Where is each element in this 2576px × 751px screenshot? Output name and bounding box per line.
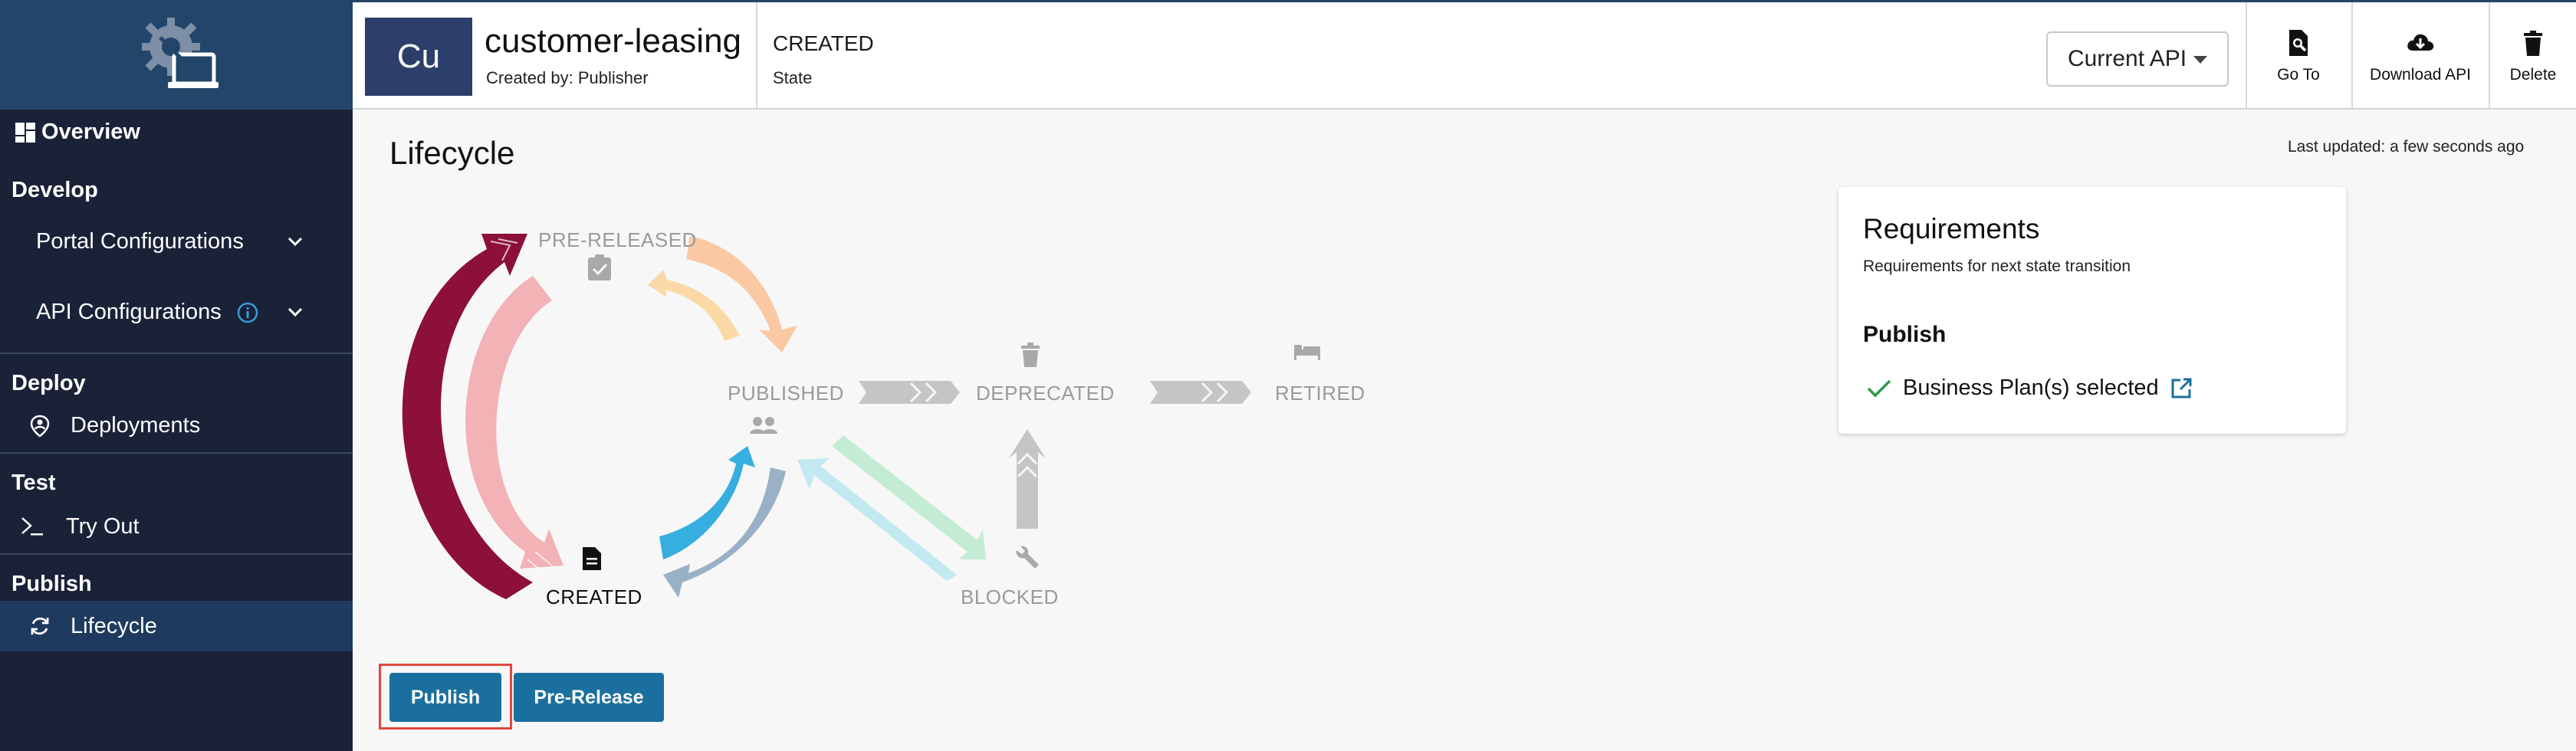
terminal-icon [21,517,43,536]
requirement-label: Business Plan(s) selected [1903,376,2159,400]
sidebar-item-label: API Configurations [36,299,222,324]
sync-icon [31,617,49,635]
lifecycle-arrows [402,234,1320,599]
arrow-prereleased-to-created [465,276,564,569]
requirement-business-plans: Business Plan(s) selected [1866,376,2193,401]
lifecycle-diagram: PRE-RELEASED PUBLISHED DEPRECATED RETIRE… [353,199,1426,628]
section-develop: Develop [12,178,98,202]
sidebar-divider [0,553,353,555]
section-deploy: Deploy [12,371,86,395]
sidebar-item-label: Lifecycle [71,613,157,638]
sidebar-item-try-out[interactable]: Try Out [0,501,353,552]
page-title: Lifecycle [389,135,515,171]
sidebar-item-label: Portal Configurations [36,228,244,254]
go-to-label: Go To [2277,66,2320,84]
sidebar: Overview Develop Portal Configurations A… [0,0,353,751]
arrow-published-to-deprecated [859,381,960,404]
section-test: Test [12,471,56,495]
arrow-deprecated-to-retired [1150,381,1251,404]
document-icon [583,547,601,570]
logo-area[interactable] [0,0,353,110]
pre-release-button[interactable]: Pre-Release [514,673,664,722]
sidebar-item-portal-configurations[interactable]: Portal Configurations [0,216,353,267]
api-name: customer-leasing [485,22,742,60]
requirements-title: Requirements [1863,213,2040,244]
sidebar-divider [0,353,353,354]
sidebar-item-lifecycle[interactable]: Lifecycle [0,601,353,651]
state-retired: RETIRED [1275,382,1365,405]
sidebar-item-label: Overview [41,120,140,144]
state-blocked: BLOCKED [961,585,1059,608]
chevron-down-icon [288,237,303,247]
state-pre-released: PRE-RELEASED [538,228,697,251]
checklist-icon [588,254,611,280]
arrow-blocked-to-deprecated [1009,429,1046,529]
sidebar-item-label: Deployments [71,412,201,438]
sidebar-item-overview[interactable]: Overview [14,120,140,145]
sidebar-divider [0,452,353,454]
download-api-button[interactable]: Download API [2353,2,2488,110]
header-divider [756,2,757,110]
delete-label: Delete [2509,66,2557,84]
state-deprecated: DEPRECATED [976,382,1115,405]
download-api-label: Download API [2370,66,2471,84]
chevron-down-icon [288,307,303,317]
api-version-select-value: Current API [2068,46,2187,71]
requirements-section: Publish [1863,322,1947,347]
section-publish: Publish [12,572,92,596]
sidebar-item-deployments[interactable]: Deployments [0,400,353,451]
bed-icon [1294,345,1320,360]
trash-icon [1021,343,1040,367]
sidebar-item-label: Try Out [66,513,140,539]
requirements-card: Requirements Requirements for next state… [1838,187,2346,434]
state-published: PUBLISHED [728,382,844,405]
wrench-icon [1016,546,1039,569]
state-label: State [773,68,813,87]
created-by: Created by: Publisher [486,68,649,87]
dashboard-icon [15,122,35,143]
sidebar-item-api-configurations[interactable]: API Configurations [0,287,353,337]
caret-down-icon [2193,56,2207,64]
api-avatar[interactable]: Cu [365,18,472,96]
trash-icon [2524,31,2542,56]
check-icon [1867,379,1891,397]
requirements-subtitle: Requirements for next state transition [1863,257,2131,275]
publish-button[interactable]: Publish [389,673,501,722]
arrow-published-to-prereleased [648,270,740,341]
api-version-select[interactable]: Current API [2046,31,2229,87]
cloud-download-icon [2407,34,2434,51]
info-icon[interactable] [236,301,259,324]
state-value: CREATED [773,31,874,55]
last-updated: Last updated: a few seconds ago [2288,138,2525,156]
search-document-icon [2289,30,2308,56]
state-created: CREATED [546,585,642,608]
deployment-pin-icon [30,415,50,438]
people-icon [750,417,777,434]
go-to-button[interactable]: Go To [2246,2,2351,110]
open-in-new-icon[interactable] [2170,377,2193,400]
delete-button[interactable]: Delete [2490,2,2576,110]
api-header: Cu customer-leasing Created by: Publishe… [353,0,2576,110]
gear-laptop-logo-icon [142,17,219,88]
